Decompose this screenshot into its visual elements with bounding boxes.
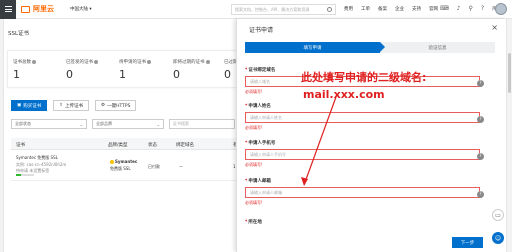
scrollbar-thumb[interactable] — [508, 53, 511, 93]
annotation-line-1: 此处填写申请的二级域名: — [301, 71, 427, 84]
arrow-line — [303, 96, 337, 186]
annotation-arrow — [301, 96, 337, 186]
annotation-text: 此处填写申请的二级域名: mail.xxx.com — [301, 69, 426, 103]
next-step-button[interactable]: 下一步 — [452, 237, 483, 248]
service-icon[interactable]: ☺ — [492, 232, 504, 244]
annotation-line-2: mail.xxx.com — [303, 88, 385, 101]
chat-icon[interactable]: ▭ — [492, 209, 504, 221]
scrollbar[interactable] — [506, 19, 512, 252]
